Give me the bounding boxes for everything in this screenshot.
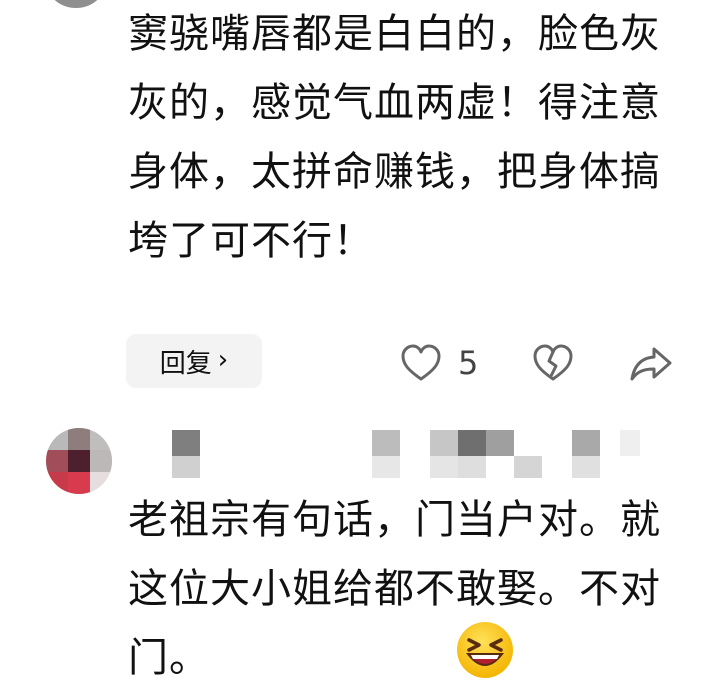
blur-cell xyxy=(514,456,542,478)
reply-button[interactable]: 回复 › xyxy=(126,334,262,388)
laughing-emoji-icon xyxy=(455,620,515,680)
blur-cell xyxy=(572,456,600,478)
blur-cell xyxy=(458,456,486,478)
blur-cell xyxy=(572,430,600,456)
avatar-pixel xyxy=(68,450,90,472)
avatar-pixel xyxy=(46,428,68,450)
blur-cell xyxy=(430,456,458,478)
blur-cell xyxy=(458,430,486,456)
avatar[interactable] xyxy=(48,0,104,8)
chevron-right-icon: › xyxy=(217,345,229,375)
avatar-pixel xyxy=(90,450,112,472)
avatar[interactable] xyxy=(46,428,112,494)
avatar-pixel xyxy=(68,428,90,450)
comment-text: 窦骁嘴唇都是白白的，脸色灰灰的，感觉气血两虚！得注意身体，太拼命赚钱，把身体搞垮… xyxy=(128,11,661,264)
avatar-pixel xyxy=(90,472,112,494)
blur-cell xyxy=(372,430,400,456)
share-button[interactable] xyxy=(628,341,674,387)
comment-text: 老祖宗有句话，门当户对。就这位大小姐给都不敢娶。不对门。 xyxy=(128,497,661,681)
avatar-pixel xyxy=(68,472,90,494)
broken-heart-icon xyxy=(533,344,573,381)
avatar-pixel xyxy=(90,428,112,450)
share-arrow-icon xyxy=(630,347,672,381)
blur-cell xyxy=(172,430,200,456)
blur-cell xyxy=(486,430,514,456)
blur-cell xyxy=(620,430,640,456)
avatar-pixel xyxy=(46,450,68,472)
dislike-button[interactable] xyxy=(530,340,576,386)
blur-cell xyxy=(430,430,458,456)
blur-cell xyxy=(172,456,200,478)
heart-outline-icon xyxy=(401,344,441,381)
comment-feed: 窦骁嘴唇都是白白的，脸色灰灰的，感觉气血两虚！得注意身体，太拼命赚钱，把身体搞垮… xyxy=(0,0,719,684)
reply-label: 回复 xyxy=(159,348,212,379)
like-button[interactable] xyxy=(398,340,444,386)
laughing-emoji-svg xyxy=(457,622,513,678)
avatar-pixel xyxy=(46,472,68,494)
blur-cell xyxy=(372,456,400,478)
like-count: 5 xyxy=(458,344,479,382)
